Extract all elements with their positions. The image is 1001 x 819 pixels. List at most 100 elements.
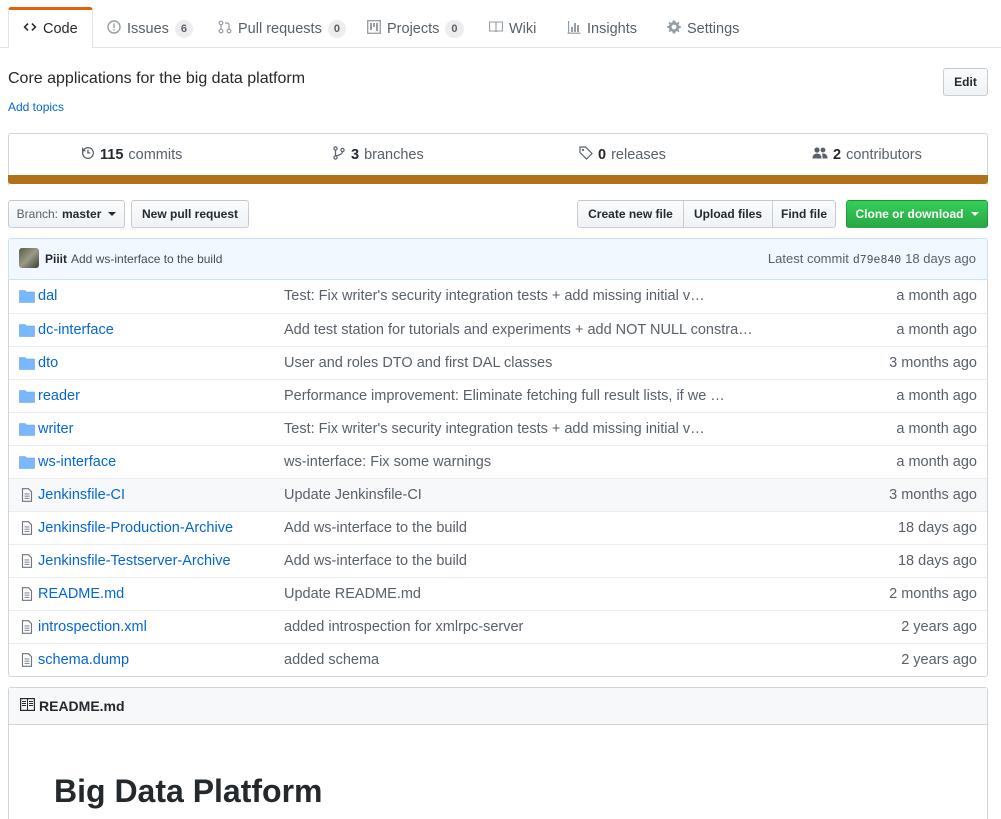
tab-label: Issues xyxy=(127,20,169,37)
chevron-down-icon xyxy=(970,212,979,216)
file-row: ws-interface ws-interface: Fix some warni… xyxy=(9,445,987,478)
releases-count: 0 xyxy=(598,147,607,163)
history-icon xyxy=(81,146,95,164)
file-name-link[interactable]: dto xyxy=(38,355,58,371)
commit-sha-link[interactable]: d79e840 xyxy=(853,254,901,267)
file-icon xyxy=(19,587,35,601)
add-topics-link[interactable]: Add topics xyxy=(8,100,64,114)
file-commit-message-link[interactable]: Update Jenkinsfile-CI xyxy=(284,487,422,503)
commit-author-link[interactable]: Piiit xyxy=(45,252,67,266)
file-name-link[interactable]: dc-interface xyxy=(38,322,114,338)
file-age: 3 months ago xyxy=(889,487,977,503)
book-icon xyxy=(20,698,36,714)
code-icon xyxy=(23,20,37,38)
tab-wiki[interactable]: Wiki xyxy=(475,8,550,49)
tab-projects[interactable]: Projects 0 xyxy=(353,8,478,49)
file-age: a month ago xyxy=(896,454,977,470)
file-name-link[interactable]: reader xyxy=(38,388,80,404)
file-row: reader Performance improvement: Eliminate… xyxy=(9,379,987,412)
file-name-link[interactable]: dal xyxy=(38,288,57,304)
commits-count: 115 xyxy=(100,147,124,163)
book-icon xyxy=(488,20,504,38)
file-name-link[interactable]: writer xyxy=(38,421,73,437)
file-row: README.md Update README.md 2 months ago xyxy=(9,577,987,610)
file-commit-message-link[interactable]: Test: Fix writer's security integration … xyxy=(284,288,705,304)
tab-settings[interactable]: Settings xyxy=(653,8,753,49)
project-icon xyxy=(367,19,381,38)
file-row: introspection.xml added introspection for… xyxy=(9,610,987,643)
latest-commit-info: Latest commit d79e840 18 days ago xyxy=(768,251,976,267)
issue-icon xyxy=(107,19,121,38)
avatar[interactable] xyxy=(19,248,39,268)
tab-code[interactable]: Code xyxy=(8,7,93,48)
releases-link[interactable]: 0 releases xyxy=(579,146,666,164)
file-row: schema.dump added schema 2 years ago xyxy=(9,643,987,676)
tab-pull-requests[interactable]: Pull requests 0 xyxy=(204,8,360,49)
repo-description: Core applications for the big data platf… xyxy=(8,70,306,87)
branch-select-button[interactable]: Branch: master xyxy=(8,200,125,228)
file-row: writer Test: Fix writer's security integr… xyxy=(9,412,987,445)
tab-label: Projects xyxy=(387,20,440,37)
commits-link[interactable]: 115 commits xyxy=(81,146,182,164)
file-name-link[interactable]: README.md xyxy=(38,586,124,602)
folder-icon xyxy=(19,356,35,370)
contributors-count: 2 xyxy=(833,147,842,163)
file-row: Jenkinsfile-CI Update Jenkinsfile-CI 3 mon… xyxy=(9,478,987,511)
branch-icon xyxy=(332,146,346,164)
file-commit-message-link[interactable]: ws-interface: Fix some warnings xyxy=(284,454,491,470)
file-age: 2 years ago xyxy=(901,652,977,668)
file-age: a month ago xyxy=(896,288,977,304)
file-age: 18 days ago xyxy=(897,520,977,536)
file-row: dc-interface Add test station for tutoria… xyxy=(9,313,987,346)
file-age: a month ago xyxy=(896,322,977,338)
readme-heading: Big Data Platform xyxy=(54,773,323,809)
folder-icon xyxy=(19,455,35,469)
file-commit-message-link[interactable]: Test: Fix writer's security integration … xyxy=(284,421,705,437)
file-icon xyxy=(19,521,35,535)
file-row: Jenkinsfile-Production-Archive Add ws-int… xyxy=(9,511,987,544)
file-name-link[interactable]: Jenkinsfile-Production-Archive xyxy=(38,520,233,536)
file-age: 18 days ago xyxy=(897,553,977,569)
new-pull-request-button[interactable]: New pull request xyxy=(131,200,249,228)
file-commit-message-link[interactable]: Performance improvement: Eliminate fetch… xyxy=(284,388,725,404)
file-commit-message-link[interactable]: Update README.md xyxy=(284,586,421,602)
chevron-down-icon xyxy=(108,212,117,216)
latest-commit-bar: Piiit Add ws-interface to the build Late… xyxy=(8,238,988,280)
file-name-link[interactable]: schema.dump xyxy=(38,652,129,668)
folder-icon xyxy=(19,422,35,436)
people-icon xyxy=(812,146,828,164)
file-name-link[interactable]: introspection.xml xyxy=(38,619,147,635)
clone-or-download-button[interactable]: Clone or download xyxy=(846,200,988,228)
find-file-button[interactable]: Find file xyxy=(772,200,836,228)
upload-files-button[interactable]: Upload files xyxy=(683,200,773,228)
file-row: Jenkinsfile-Testserver-Archive Add ws-int… xyxy=(9,544,987,577)
branches-label: branches xyxy=(364,147,424,163)
file-commit-message-link[interactable]: Add test station for tutorials and exper… xyxy=(284,322,753,338)
contributors-label: contributors xyxy=(846,147,922,163)
file-commit-message-link[interactable]: Add ws-interface to the build xyxy=(284,553,467,569)
file-commit-message-link[interactable]: added schema xyxy=(284,652,379,668)
tab-issues[interactable]: Issues 6 xyxy=(93,8,207,49)
contributors-link[interactable]: 2 contributors xyxy=(812,146,922,164)
file-name-link[interactable]: ws-interface xyxy=(38,454,116,470)
file-commit-message-link[interactable]: added introspection for xmlrpc-server xyxy=(284,619,523,635)
readme-filename: README.md xyxy=(39,698,125,714)
file-name-link[interactable]: Jenkinsfile-CI xyxy=(38,487,125,503)
file-icon xyxy=(19,653,35,667)
readme-panel: README.md Big Data Platform xyxy=(8,687,988,819)
clone-label: Clone or download xyxy=(855,207,964,221)
language-bar[interactable] xyxy=(8,175,988,184)
edit-description-button[interactable]: Edit xyxy=(943,68,988,96)
tab-insights[interactable]: Insights xyxy=(553,8,651,49)
file-icon xyxy=(19,554,35,568)
folder-icon xyxy=(19,289,35,303)
file-name-link[interactable]: Jenkinsfile-Testserver-Archive xyxy=(38,553,231,569)
branches-link[interactable]: 3 branches xyxy=(332,146,424,164)
commit-message[interactable]: Add ws-interface to the build xyxy=(71,252,222,266)
create-new-file-button[interactable]: Create new file xyxy=(577,200,684,228)
tab-label: Pull requests xyxy=(238,20,322,37)
file-row: dto User and roles DTO and first DAL clas… xyxy=(9,346,987,379)
file-commit-message-link[interactable]: Add ws-interface to the build xyxy=(284,520,467,536)
file-commit-message-link[interactable]: User and roles DTO and first DAL classes xyxy=(284,355,552,371)
folder-icon xyxy=(19,389,35,403)
